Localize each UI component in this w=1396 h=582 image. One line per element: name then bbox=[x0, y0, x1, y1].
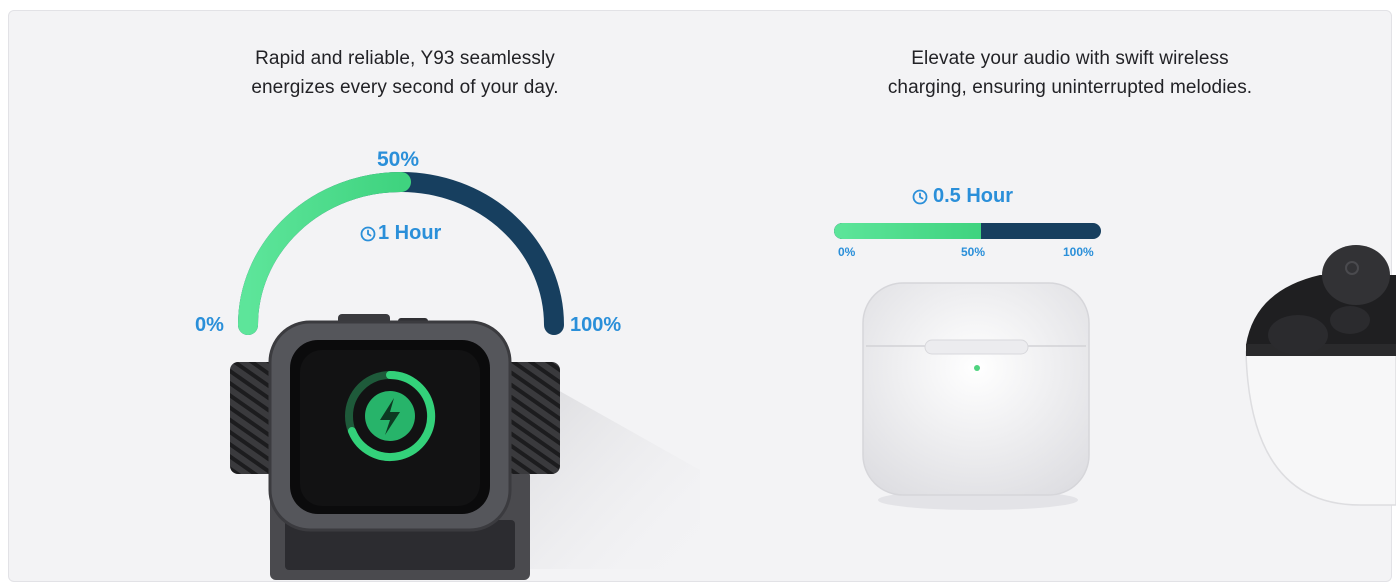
pixel-buds-image bbox=[1245, 245, 1396, 506]
